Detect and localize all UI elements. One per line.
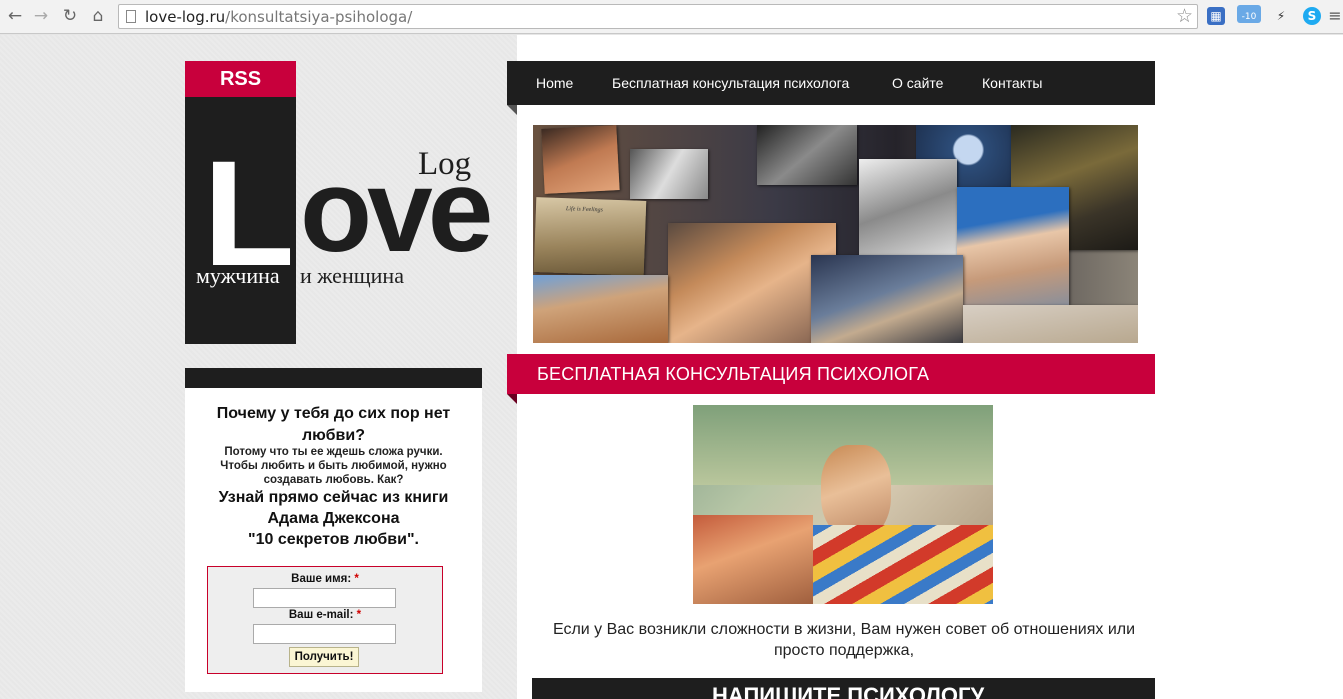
book-line-3: "10 секретов любви". — [248, 531, 419, 548]
subscribe-widget: Почему у тебя до сих пор нет любви? Пото… — [185, 388, 482, 692]
article-text: Если у Вас возникли сложности в жизни, В… — [552, 621, 1136, 659]
dress — [693, 515, 813, 604]
logo-word-log: Log — [418, 146, 472, 182]
widget-title: Почему у тебя до сих пор нет любви? — [216, 405, 451, 444]
book-line-1: Узнай прямо сейчас из книги — [218, 489, 449, 506]
collage-caption: Life is Feelings — [565, 206, 604, 214]
collage-photo-7 — [859, 159, 957, 255]
email-label: Ваш e-mail: * — [288, 609, 362, 621]
collage-photo-11 — [811, 255, 963, 343]
collage-photo-10 — [533, 275, 668, 343]
nav-item-home[interactable]: Home — [536, 61, 573, 105]
forward-icon[interactable]: → — [30, 6, 52, 26]
collage-photo-1 — [541, 125, 620, 194]
email-field[interactable] — [253, 624, 396, 644]
header-collage: Life is Feelings — [533, 125, 1138, 343]
url-text[interactable]: love-log.ru/konsultatsiya-psihologa/ — [145, 8, 412, 26]
weather-extension-icon[interactable]: -10 — [1237, 5, 1261, 23]
nav-fold — [507, 105, 517, 115]
widget-header-bar — [185, 368, 482, 388]
reload-icon[interactable]: ↻ — [59, 6, 81, 26]
collage-photo-12 — [963, 305, 1138, 343]
article-photo — [693, 405, 993, 604]
keyboard-extension-icon[interactable]: ▦ — [1207, 7, 1225, 25]
bottom-heading-bar: НАПИШИТЕ ПСИХОЛОГУ — [532, 678, 1155, 699]
widget-book-promo: Узнай прямо сейчас из книги Адама Джексо… — [185, 487, 482, 550]
back-icon[interactable]: ← — [4, 6, 26, 26]
section-title: БЕСПЛАТНАЯ КОНСУЛЬТАЦИЯ ПСИХОЛОГА — [507, 354, 1155, 394]
menu-icon[interactable]: ≡ — [1326, 7, 1343, 25]
collage-photo-2 — [630, 149, 708, 199]
collage-photo-8 — [957, 187, 1069, 305]
page-icon — [126, 10, 136, 23]
skype-extension-icon[interactable]: S — [1303, 7, 1321, 25]
name-field[interactable] — [253, 588, 396, 608]
bottom-heading: НАПИШИТЕ ПСИХОЛОГУ — [712, 683, 985, 699]
nav-item-about[interactable]: О сайте — [892, 61, 943, 105]
name-label: Ваше имя: * — [291, 573, 359, 585]
main-nav: Home Бесплатная консультация психолога О… — [507, 61, 1155, 105]
nav-item-contacts[interactable]: Контакты — [982, 61, 1042, 105]
book-line-2: Адама Джексона — [267, 510, 400, 527]
widget-description: Потому что ты ее ждешь сложа ручки. Чтоб… — [220, 446, 447, 486]
address-bar[interactable]: love-log.ru/konsultatsiya-psihologa/ ☆ — [118, 4, 1198, 29]
nav-item-consultation[interactable]: Бесплатная консультация психолога — [612, 61, 849, 105]
bookmark-star-icon[interactable]: ☆ — [1176, 5, 1193, 27]
browser-toolbar: ← → ↻ ⌂ love-log.ru/konsultatsiya-psihol… — [0, 0, 1343, 34]
logo-subtitle-right: и женщина — [300, 263, 404, 288]
weather-badge: -10 — [1241, 12, 1257, 22]
rss-link[interactable]: RSS — [185, 61, 296, 97]
collage-photo-3 — [757, 125, 857, 185]
home-icon[interactable]: ⌂ — [87, 6, 109, 26]
subscribe-form: Ваше имя: * Ваш e-mail: * Получить! — [207, 566, 443, 674]
section-title-fold — [507, 394, 517, 404]
collage-photo-6: Life is Feelings — [533, 197, 647, 276]
lightning-extension-icon[interactable]: ⚡ — [1272, 7, 1290, 25]
submit-button[interactable]: Получить! — [289, 647, 359, 667]
logo-subtitle-left: мужчина — [196, 263, 280, 288]
